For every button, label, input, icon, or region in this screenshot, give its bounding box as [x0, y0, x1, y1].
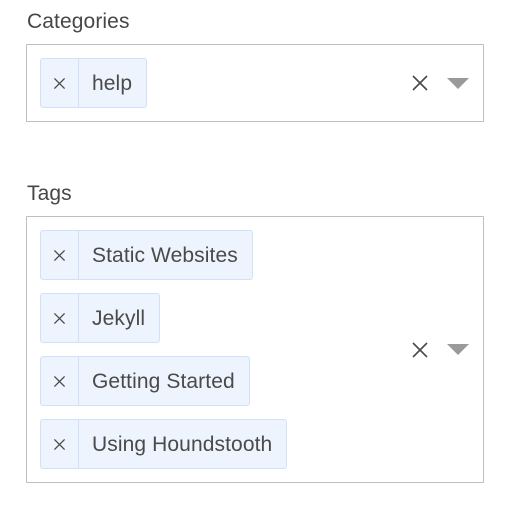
- chip-label: Static Websites: [92, 243, 238, 267]
- chevron-down-icon[interactable]: [447, 73, 469, 93]
- close-icon[interactable]: [41, 357, 79, 405]
- close-icon[interactable]: [410, 73, 430, 93]
- close-icon[interactable]: [410, 340, 430, 360]
- close-icon[interactable]: [41, 420, 79, 468]
- chip-label: Getting Started: [92, 369, 235, 393]
- close-icon[interactable]: [41, 294, 79, 342]
- categories-chip-list: help: [40, 58, 413, 108]
- tags-field-label: Tags: [27, 182, 72, 205]
- tag-editor-page: Categories help Tags Static Websites Jek…: [0, 0, 510, 510]
- close-icon[interactable]: [41, 59, 79, 107]
- categories-field-group: Categories help: [26, 0, 484, 122]
- categories-controls: [410, 45, 469, 121]
- categories-select-box[interactable]: help: [26, 44, 484, 122]
- chip-item[interactable]: Static Websites: [40, 230, 253, 280]
- chip-item[interactable]: Getting Started: [40, 356, 250, 406]
- chip-label: Using Houndstooth: [92, 432, 273, 456]
- tags-controls: [410, 217, 469, 482]
- chip-label: help: [92, 71, 133, 95]
- chip-item[interactable]: Using Houndstooth: [40, 419, 288, 469]
- categories-field-label: Categories: [27, 10, 130, 33]
- chip-item[interactable]: Jekyll: [40, 293, 161, 343]
- tags-select-box[interactable]: Static Websites Jekyll Getting Started U…: [26, 216, 484, 483]
- tags-chip-list: Static Websites Jekyll Getting Started U…: [40, 230, 413, 469]
- chip-item[interactable]: help: [40, 58, 148, 108]
- close-icon[interactable]: [41, 231, 79, 279]
- chip-label: Jekyll: [92, 306, 146, 330]
- chevron-down-icon[interactable]: [447, 340, 469, 360]
- tags-field-group: Tags Static Websites Jekyll Getting Star…: [26, 122, 484, 483]
